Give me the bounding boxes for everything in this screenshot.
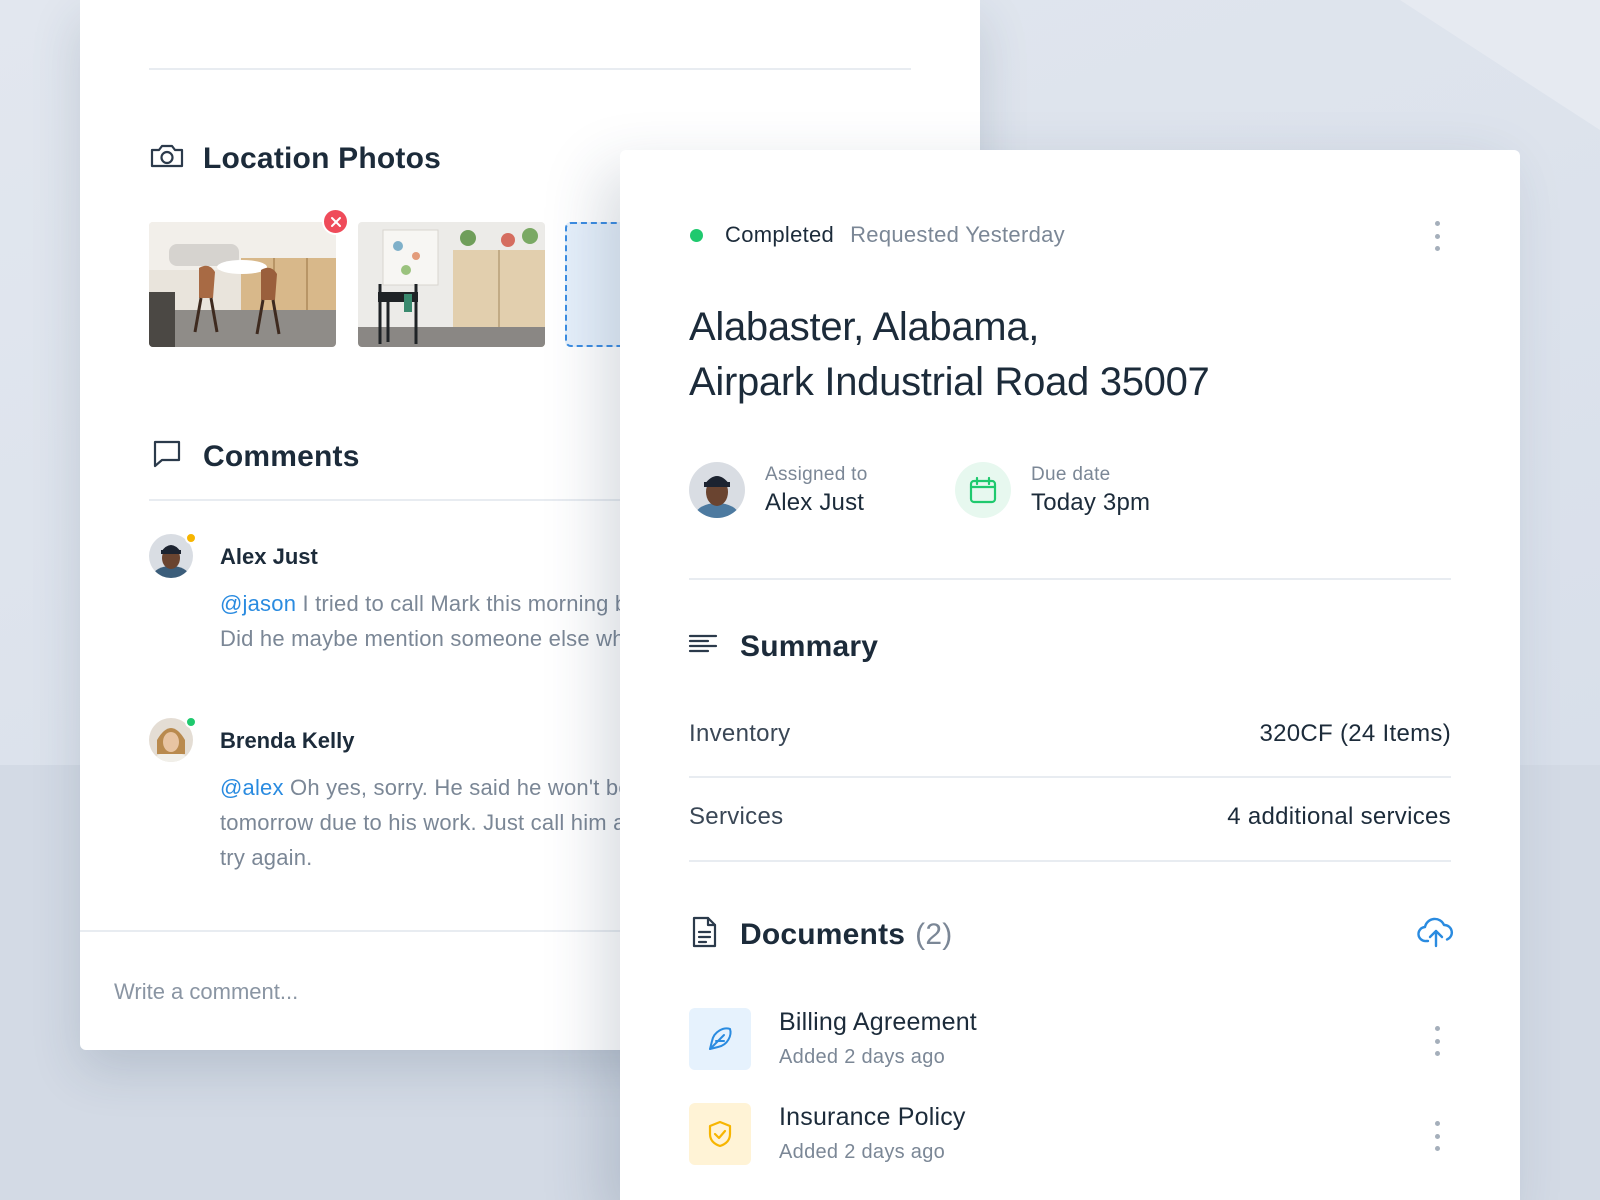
document-icon xyxy=(686,914,722,955)
documents-header: Documents (2) xyxy=(686,914,952,955)
cloud-upload-icon[interactable] xyxy=(1416,912,1456,952)
divider xyxy=(149,68,911,70)
documents-count: (2) xyxy=(915,917,953,951)
document-item[interactable]: Billing Agreement Added 2 days ago xyxy=(689,1008,1451,1072)
document-more-button[interactable] xyxy=(1432,1026,1442,1056)
address-line-1: Alabaster, Alabama, xyxy=(689,305,1040,349)
divider xyxy=(689,578,1451,580)
order-detail-card: Completed Requested Yesterday Alabaster,… xyxy=(620,150,1520,1200)
presence-online-indicator xyxy=(185,716,197,728)
documents-title: Documents (2) xyxy=(740,918,952,952)
document-added: Added 2 days ago xyxy=(779,1141,946,1163)
summary-label: Services xyxy=(689,803,784,830)
status-badge: Completed xyxy=(725,222,835,247)
photo-list xyxy=(149,222,545,347)
due-date[interactable]: Due date Today 3pm xyxy=(955,462,1150,518)
summary-label: Inventory xyxy=(689,720,791,747)
more-options-button[interactable] xyxy=(1432,221,1442,251)
document-name: Billing Agreement xyxy=(779,1008,977,1036)
assignee[interactable]: Assigned to Alex Just xyxy=(689,462,868,518)
location-photo[interactable] xyxy=(358,222,545,347)
background-accent xyxy=(1400,0,1600,130)
summary-row-inventory: Inventory 320CF (24 Items) xyxy=(689,720,1451,748)
presence-away-indicator xyxy=(185,532,197,544)
remove-photo-button[interactable] xyxy=(322,208,349,235)
summary-row-services: Services 4 additional services xyxy=(689,803,1451,831)
location-photos-header: Location Photos xyxy=(149,138,441,179)
comments-title: Comments xyxy=(203,439,360,473)
shield-check-icon xyxy=(689,1103,751,1165)
divider xyxy=(689,860,1451,862)
summary-value: 4 additional services xyxy=(1227,803,1451,830)
requested-time: Requested Yesterday xyxy=(850,222,1065,247)
document-name: Insurance Policy xyxy=(779,1103,966,1131)
page-title: Alabaster, Alabama, Airpark Industrial R… xyxy=(689,300,1210,410)
avatar xyxy=(689,462,745,518)
status-row: Completed Requested Yesterday xyxy=(690,222,1065,248)
documents-title-text: Documents xyxy=(740,917,906,951)
due-label: Due date xyxy=(1031,463,1111,485)
mention-link[interactable]: @alex xyxy=(220,775,284,800)
status-dot xyxy=(690,228,703,242)
assigned-name: Alex Just xyxy=(765,488,865,516)
comments-header: Comments xyxy=(149,436,360,477)
divider xyxy=(689,776,1451,778)
due-value: Today 3pm xyxy=(1031,488,1151,516)
document-item[interactable]: Insurance Policy Added 2 days ago xyxy=(689,1103,1451,1167)
mention-link[interactable]: @jason xyxy=(220,591,296,616)
summary-header: Summary xyxy=(686,626,878,667)
document-more-button[interactable] xyxy=(1432,1121,1442,1151)
location-photos-title: Location Photos xyxy=(203,141,441,175)
feather-icon xyxy=(689,1008,751,1070)
comment-author: Alex Just xyxy=(220,544,318,569)
assigned-label: Assigned to xyxy=(765,463,868,485)
location-photo[interactable] xyxy=(149,222,336,347)
calendar-icon xyxy=(955,462,1011,518)
address-line-2: Airpark Industrial Road 35007 xyxy=(689,360,1210,404)
document-added: Added 2 days ago xyxy=(779,1046,946,1068)
summary-title: Summary xyxy=(740,629,879,663)
comment-icon xyxy=(149,436,185,477)
camera-icon xyxy=(149,138,185,179)
comment-author: Brenda Kelly xyxy=(220,728,355,753)
text-lines-icon xyxy=(686,626,722,667)
summary-value: 320CF (24 Items) xyxy=(1259,720,1451,747)
close-icon xyxy=(330,216,341,227)
